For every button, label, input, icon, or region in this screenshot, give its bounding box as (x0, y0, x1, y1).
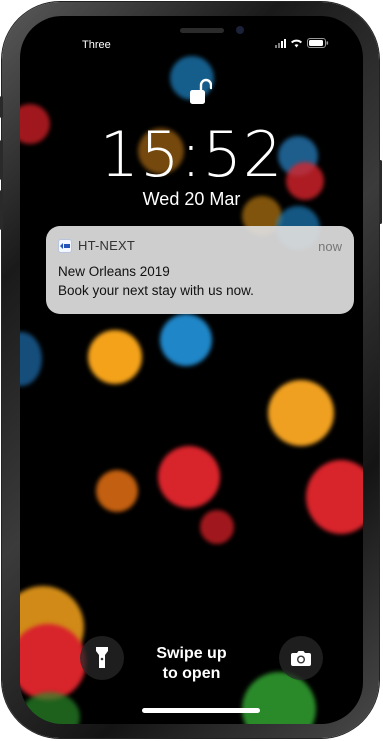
power-button (379, 160, 382, 224)
wifi-icon (291, 39, 302, 48)
status-icons (275, 38, 329, 48)
notification-timestamp: now (318, 239, 342, 254)
cellular-signal-icon (275, 38, 286, 48)
ht-next-app-icon (58, 238, 72, 253)
notification-app-name: HT-NEXT (78, 238, 136, 253)
notification-header: HT-NEXT (58, 238, 135, 253)
push-notification[interactable]: HT-NEXT now New Orleans 2019 Book your n… (46, 226, 354, 314)
lock-screen-date: Wed 20 Mar (142, 189, 241, 209)
volume-up-button (0, 140, 3, 180)
swipe-up-hint: Swipe up to open (20, 644, 363, 684)
notification-title: New Orleans 2019 (58, 264, 170, 279)
swipe-hint-line2: to open (162, 665, 221, 682)
carrier-name: Three (82, 39, 111, 51)
unlocked-padlock-icon (190, 78, 212, 104)
swipe-hint-line1: Swipe up (156, 645, 227, 662)
lock-screen-time: 15:52 (99, 118, 284, 191)
notification-body: Book your next stay with us now. (58, 283, 254, 298)
battery-icon (307, 38, 329, 48)
volume-down-button (0, 190, 3, 230)
mute-switch (0, 96, 3, 118)
front-camera (236, 26, 244, 34)
home-indicator[interactable] (142, 708, 260, 713)
lock-screen[interactable]: Three 15:52 Wed 20 Mar HT-NEXT now New O… (20, 16, 363, 724)
earpiece-speaker (180, 28, 224, 33)
